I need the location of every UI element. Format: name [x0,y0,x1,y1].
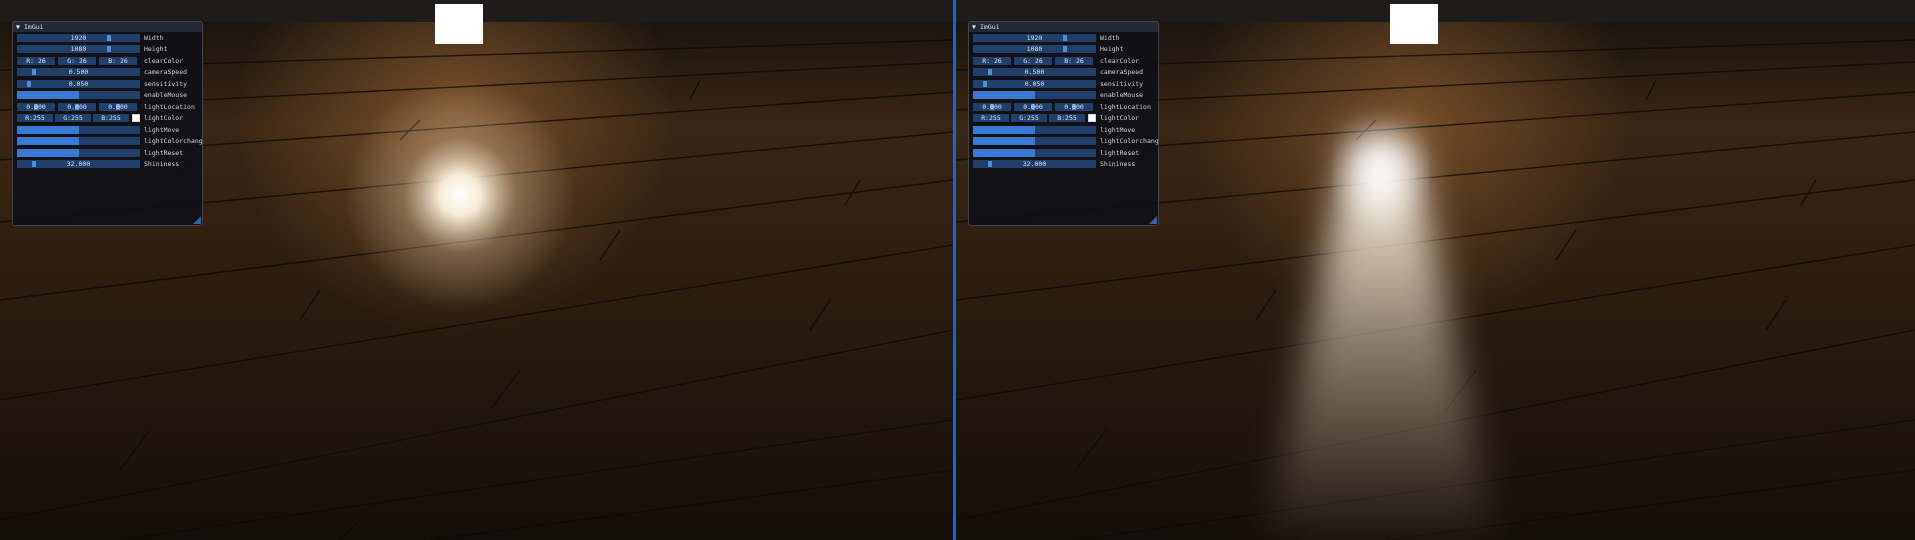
clearcolor-b-field[interactable]: B: 26 [1055,56,1093,65]
clearcolor-g-field[interactable]: G: 26 [1014,56,1052,65]
clearcolor-label: clearColor [144,56,184,65]
sensitivity-slider-row[interactable]: 0.050 sensitivity [15,78,200,90]
lightreset-button[interactable] [17,148,140,157]
height-label: Height [1100,45,1124,53]
cameraspeed-label: cameraSpeed [1100,68,1144,76]
right-viewport[interactable]: ▼ ImGui 1920 Width 1080 Height R: 26 G: 2… [956,0,1915,540]
imgui-panel[interactable]: ▼ ImGui 1920 Width 1080 Height R: 26 G: 2… [968,21,1159,226]
lightlocation-label: lightLocation [144,102,195,111]
lightlocation-row[interactable]: 0.000 0.000 0.000 lightLocation [15,101,200,113]
lightcolor-g-field[interactable]: G:255 [1011,114,1047,122]
lightreset-button[interactable] [973,148,1096,157]
lightmove-button[interactable] [973,125,1096,134]
lightcolor-swatch[interactable] [132,114,140,122]
lightcolor-b-field[interactable]: B:255 [1049,114,1085,122]
clearcolor-b-field[interactable]: B: 26 [99,56,137,65]
lightcolor-row[interactable]: R:255 G:255 B:255 lightColor [971,113,1156,125]
width-slider-row[interactable]: 1920 Width [15,32,200,44]
lightcolor-swatch[interactable] [1088,114,1096,122]
cameraspeed-slider[interactable]: 0.500 [17,68,140,76]
height-label: Height [144,45,168,53]
lightcolor-g-field[interactable]: G:255 [55,114,91,122]
height-slider-row[interactable]: 1080 Height [15,44,200,56]
sensitivity-label: sensitivity [144,79,188,88]
cameraspeed-slider-row[interactable]: 0.500 cameraSpeed [971,67,1156,79]
lightmove-button[interactable] [17,125,140,134]
enablemouse-button[interactable] [17,91,140,99]
cameraspeed-slider[interactable]: 0.500 [973,68,1096,76]
shininess-label: Shininess [144,160,180,168]
width-slider-row[interactable]: 1920 Width [971,32,1156,44]
left-viewport[interactable]: ▼ ImGui 1920 Width 1080 Height R: 26 G: 2… [0,0,953,540]
sensitivity-slider[interactable]: 0.050 [973,79,1096,88]
imgui-title-bar[interactable]: ▼ ImGui [969,22,1158,32]
lightcolorchange-row[interactable]: lightColorchange [971,136,1159,148]
lightcolorchange-label: lightColorchange [144,137,203,145]
clearcolor-g-field[interactable]: G: 26 [58,56,96,65]
imgui-panel[interactable]: ▼ ImGui 1920 Width 1080 Height R: 26 G: 2… [12,21,203,226]
imgui-title-bar[interactable]: ▼ ImGui [13,22,202,32]
collapse-triangle-icon[interactable]: ▼ [16,22,24,32]
enablemouse-row[interactable]: enableMouse [971,90,1156,102]
resize-grip-icon[interactable] [1149,216,1157,224]
lightcolor-b-field[interactable]: B:255 [93,114,129,122]
width-slider[interactable]: 1920 [973,33,1096,42]
height-slider-row[interactable]: 1080 Height [971,44,1156,56]
lightlocation-y-field[interactable]: 0.000 [1014,102,1052,111]
collapse-triangle-icon[interactable]: ▼ [972,22,980,32]
shininess-label: Shininess [1100,160,1136,168]
height-slider[interactable]: 1080 [973,45,1096,53]
lightlocation-x-field[interactable]: 0.000 [973,102,1011,111]
lightcolorchange-label: lightColorchange [1100,137,1159,145]
clearcolor-r-field[interactable]: R: 26 [17,56,55,65]
width-label: Width [1100,33,1120,42]
sensitivity-label: sensitivity [1100,79,1144,88]
lightreset-label: lightReset [144,148,184,157]
cameraspeed-label: cameraSpeed [144,68,188,76]
lightmove-label: lightMove [1100,125,1136,134]
lightreset-row[interactable]: lightReset [971,147,1156,159]
lightmove-label: lightMove [144,125,180,134]
lightreset-label: lightReset [1100,148,1140,157]
sensitivity-slider[interactable]: 0.050 [17,79,140,88]
light-cube [1390,4,1438,44]
width-label: Width [144,33,164,42]
clearcolor-row[interactable]: R: 26 G: 26 B: 26 clearColor [971,55,1156,67]
lightlocation-y-field[interactable]: 0.000 [58,102,96,111]
lightmove-row[interactable]: lightMove [971,124,1156,136]
width-slider[interactable]: 1920 [17,33,140,42]
enablemouse-label: enableMouse [144,91,188,99]
shininess-slider[interactable]: 32.000 [17,160,140,168]
lightreset-row[interactable]: lightReset [15,147,200,159]
cameraspeed-slider-row[interactable]: 0.500 cameraSpeed [15,67,200,79]
shininess-slider[interactable]: 32.000 [973,160,1096,168]
clearcolor-row[interactable]: R: 26 G: 26 B: 26 clearColor [15,55,200,67]
enablemouse-row[interactable]: enableMouse [15,90,200,102]
lightcolor-r-field[interactable]: R:255 [17,114,53,122]
lightcolor-r-field[interactable]: R:255 [973,114,1009,122]
lightlocation-label: lightLocation [1100,102,1151,111]
lightcolorchange-button[interactable] [17,137,140,145]
clearcolor-r-field[interactable]: R: 26 [973,56,1011,65]
enablemouse-button[interactable] [973,91,1096,99]
lightlocation-x-field[interactable]: 0.000 [17,102,55,111]
lightlocation-z-field[interactable]: 0.000 [99,102,137,111]
clearcolor-label: clearColor [1100,56,1140,65]
resize-grip-icon[interactable] [193,216,201,224]
lightcolor-label: lightColor [1100,114,1140,122]
shininess-slider-row[interactable]: 32.000 Shininess [15,159,200,171]
lightmove-row[interactable]: lightMove [15,124,200,136]
sensitivity-slider-row[interactable]: 0.050 sensitivity [971,78,1156,90]
lightcolor-row[interactable]: R:255 G:255 B:255 lightColor [15,113,200,125]
light-cube [435,4,483,44]
lightcolor-label: lightColor [144,114,184,122]
lightcolorchange-button[interactable] [973,137,1096,145]
lightlocation-z-field[interactable]: 0.000 [1055,102,1093,111]
lightlocation-row[interactable]: 0.000 0.000 0.000 lightLocation [971,101,1156,113]
enablemouse-label: enableMouse [1100,91,1144,99]
shininess-slider-row[interactable]: 32.000 Shininess [971,159,1156,171]
height-slider[interactable]: 1080 [17,45,140,53]
lightcolorchange-row[interactable]: lightColorchange [15,136,203,148]
